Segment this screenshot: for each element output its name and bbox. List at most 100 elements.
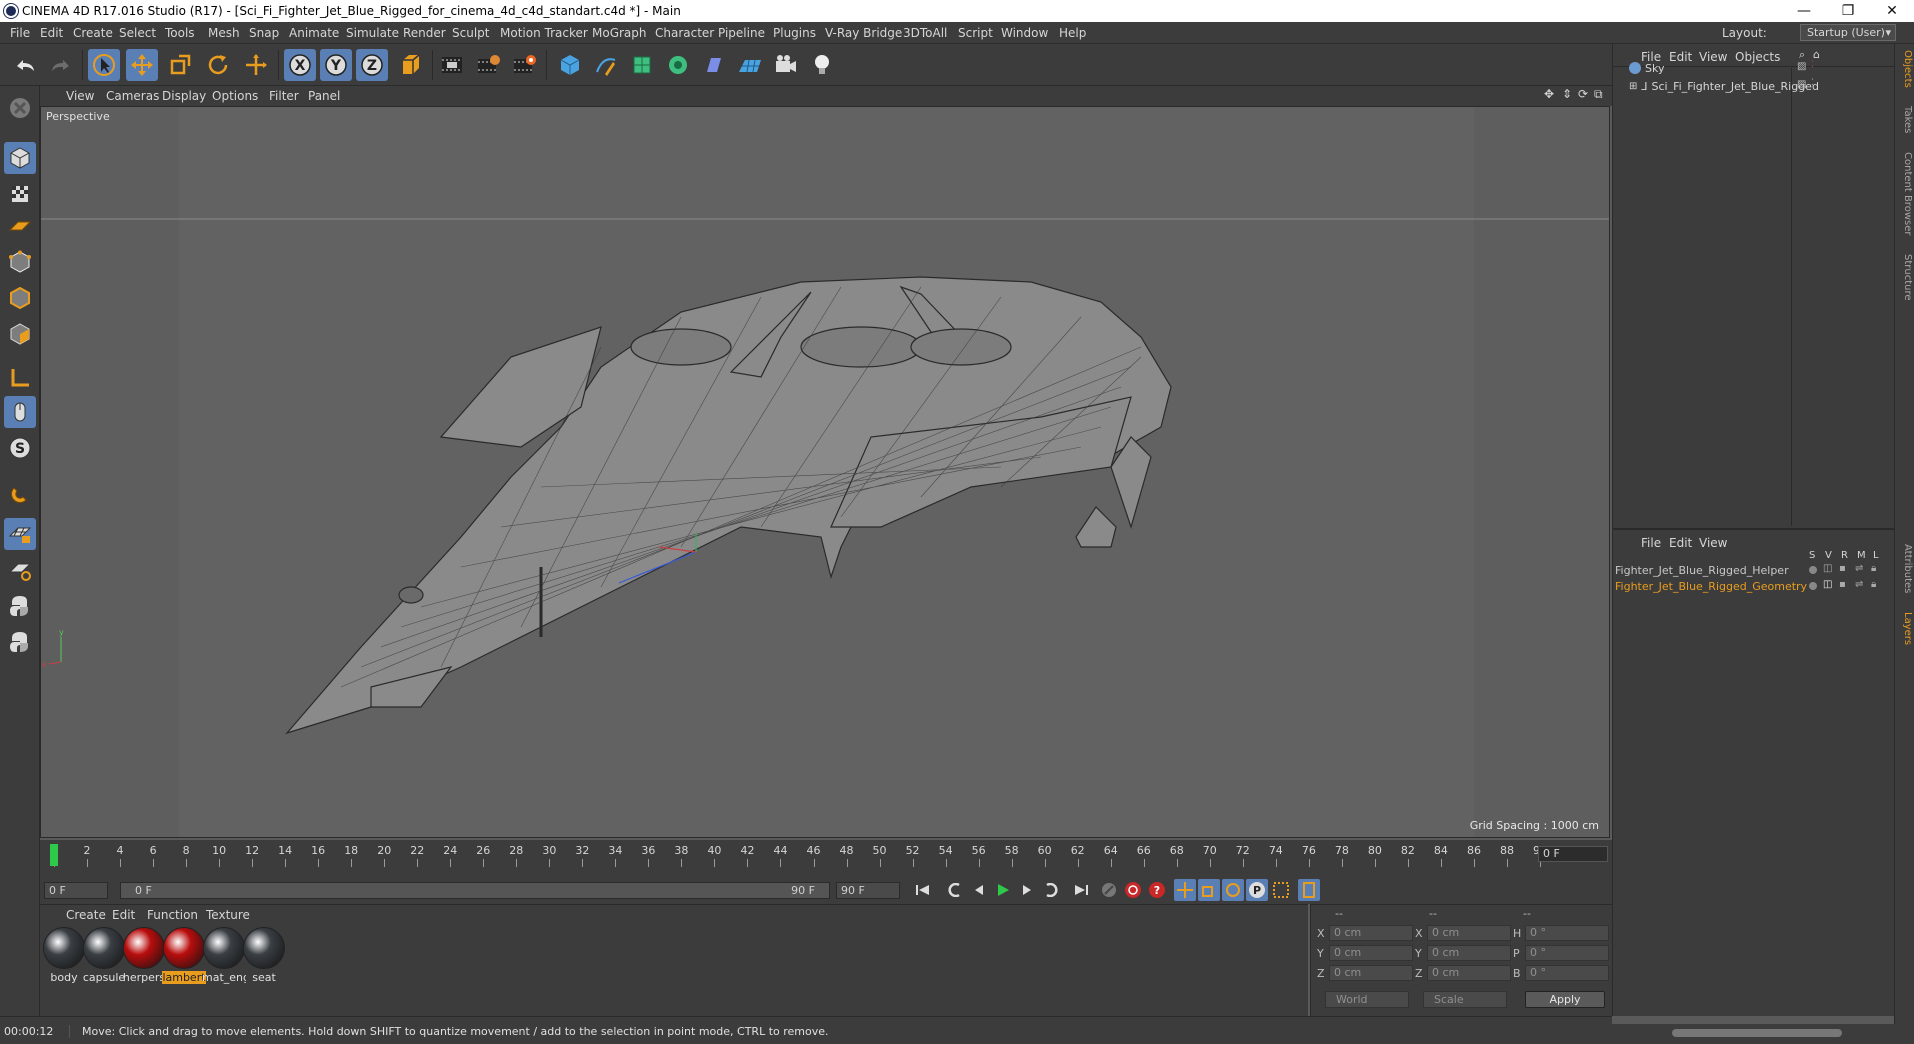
previous-frame-icon[interactable] [968, 879, 990, 901]
tab-objects[interactable]: Objects [1897, 50, 1913, 88]
object-menu-objects[interactable]: Objects [1735, 50, 1780, 64]
size-z-field[interactable]: 0 cm [1427, 965, 1511, 981]
menu-create[interactable]: Create [73, 26, 113, 40]
menu-window[interactable]: Window [1001, 26, 1048, 40]
subdivision-surface-icon[interactable] [626, 49, 658, 81]
scrollbar-thumb[interactable] [1672, 1029, 1842, 1037]
menu-script[interactable]: Script [958, 26, 993, 40]
light-icon[interactable] [806, 49, 838, 81]
edges-mode-icon[interactable] [4, 282, 36, 314]
material-menu-edit[interactable]: Edit [112, 908, 135, 922]
layer-visibility-icon[interactable]: ◫ [1823, 563, 1832, 574]
rotate-tool-icon[interactable] [202, 49, 234, 81]
z-axis-lock-icon[interactable]: Z [356, 49, 388, 81]
move-tool-icon[interactable] [126, 49, 158, 81]
minimize-button[interactable]: — [1782, 0, 1826, 22]
menu-pipeline[interactable]: Pipeline [718, 26, 765, 40]
playhead-marker[interactable] [50, 844, 58, 866]
workplane-mode-icon[interactable] [4, 210, 36, 242]
layer-lock-icon[interactable]: 🔒︎ [1871, 579, 1876, 590]
timeline-window-icon[interactable] [1298, 879, 1320, 901]
tweak-mode-icon[interactable] [4, 396, 36, 428]
planar-workplane-icon[interactable] [4, 554, 36, 586]
material-swatch[interactable]: capsule [82, 927, 126, 985]
viewport-nav-rotate-icon[interactable]: ⟳ [1578, 87, 1588, 101]
menu-render[interactable]: Render [403, 26, 446, 40]
visibility-dots-icon[interactable]: ⁚ [1811, 60, 1814, 70]
scale-tool-icon[interactable] [164, 49, 196, 81]
solo-mode-icon[interactable]: S [4, 432, 36, 464]
enable-axis-icon[interactable] [4, 362, 36, 394]
object-menu-edit[interactable]: Edit [1669, 50, 1692, 64]
material-swatch[interactable]: mat_eng [202, 927, 246, 985]
close-button[interactable]: ✕ [1870, 0, 1914, 22]
menu-edit[interactable]: Edit [40, 26, 63, 40]
x-axis-lock-icon[interactable]: X [284, 49, 316, 81]
menu-3dtoall[interactable]: 3DToAll [903, 26, 947, 40]
make-editable-icon[interactable] [4, 92, 36, 124]
material-swatch[interactable]: seat [242, 927, 286, 985]
rot-b-field[interactable]: 0 ° [1525, 965, 1609, 981]
menu-animate[interactable]: Animate [289, 26, 339, 40]
layer-row-helper[interactable]: Fighter_Jet_Blue_Rigged_Helper [1615, 564, 1789, 580]
material-swatch[interactable]: body [42, 927, 86, 985]
render-settings-icon[interactable] [508, 49, 540, 81]
layout-dropdown[interactable]: Startup (User) ▾ [1800, 24, 1896, 41]
menu-snap[interactable]: Snap [249, 26, 279, 40]
next-key-icon[interactable] [1040, 879, 1062, 901]
autokey-icon[interactable] [1122, 879, 1144, 901]
points-mode-icon[interactable] [4, 246, 36, 278]
layer-menu-edit[interactable]: Edit [1669, 536, 1692, 550]
horizontal-scrollbar[interactable] [1612, 1024, 1914, 1044]
tab-structure[interactable]: Structure [1897, 254, 1913, 301]
key-point-level-icon[interactable] [1270, 879, 1292, 901]
start-frame-field[interactable]: 0 F [44, 882, 108, 899]
viewport-menu-filter[interactable]: Filter [269, 89, 299, 103]
viewport-nav-zoom-icon[interactable]: ⇕ [1562, 87, 1572, 101]
polygons-mode-icon[interactable] [4, 318, 36, 350]
rot-h-field[interactable]: 0 ° [1525, 925, 1609, 941]
menu-simulate[interactable]: Simulate [346, 26, 399, 40]
size-x-field[interactable]: 0 cm [1427, 925, 1511, 941]
y-axis-lock-icon[interactable]: Y [320, 49, 352, 81]
next-frame-icon[interactable] [1016, 879, 1038, 901]
current-frame-field[interactable]: 0 F [1538, 846, 1608, 862]
layer-row-geometry[interactable]: Fighter_Jet_Blue_Rigged_Geometry [1615, 580, 1807, 596]
viewport-menu-display[interactable]: Display [162, 89, 206, 103]
pos-z-field[interactable]: 0 cm [1329, 965, 1413, 981]
layer-tag-icon[interactable]: ▨ [1797, 61, 1806, 72]
workplane-lock-icon[interactable] [4, 518, 36, 550]
transform-mode-dropdown[interactable]: Scale [1423, 991, 1507, 1008]
material-menu-function[interactable]: Function [147, 908, 198, 922]
perspective-viewport[interactable]: y x Perspective Grid Spacing : 1000 cm [40, 106, 1610, 838]
size-y-field[interactable]: 0 cm [1427, 945, 1511, 961]
menu-plugins[interactable]: Plugins [773, 26, 816, 40]
visibility-dots-icon[interactable]: ⁚ [1811, 78, 1814, 88]
coordinate-mode-dropdown[interactable]: World [1325, 991, 1409, 1008]
render-view-icon[interactable] [436, 49, 468, 81]
key-position-icon[interactable] [1174, 879, 1196, 901]
pen-spline-icon[interactable] [590, 49, 622, 81]
model-mode-icon[interactable] [4, 142, 36, 174]
layer-tag-icon[interactable]: ▨ [1797, 79, 1806, 90]
layer-render-icon[interactable]: ▪ [1839, 563, 1846, 574]
menu-mograph[interactable]: MoGraph [592, 26, 647, 40]
object-menu-view[interactable]: View [1699, 50, 1727, 64]
go-to-end-icon[interactable] [1070, 879, 1092, 901]
layer-solo-toggle[interactable] [1809, 566, 1817, 574]
layer-menu-file[interactable]: File [1641, 536, 1661, 550]
menu-select[interactable]: Select [119, 26, 156, 40]
preview-range-slider[interactable]: 0 F 90 F [120, 882, 830, 899]
menu-vray-bridge[interactable]: V-Ray Bridge [825, 26, 902, 40]
snap-icon[interactable] [4, 478, 36, 510]
home-icon[interactable]: ⌂ [1813, 48, 1820, 61]
viewport-menu-cameras[interactable]: Cameras [106, 89, 159, 103]
layer-visibility-icon[interactable]: ◫ [1823, 579, 1832, 590]
material-swatch[interactable]: lambert [162, 927, 206, 985]
tab-layers[interactable]: Layers [1897, 612, 1913, 645]
layer-render-icon[interactable]: ▪ [1839, 579, 1846, 590]
material-menu-texture[interactable]: Texture [206, 908, 250, 922]
undo-icon[interactable] [10, 49, 42, 81]
viewport-menu-panel[interactable]: Panel [308, 89, 340, 103]
viewport-maximize-icon[interactable]: ⧉ [1594, 87, 1603, 102]
